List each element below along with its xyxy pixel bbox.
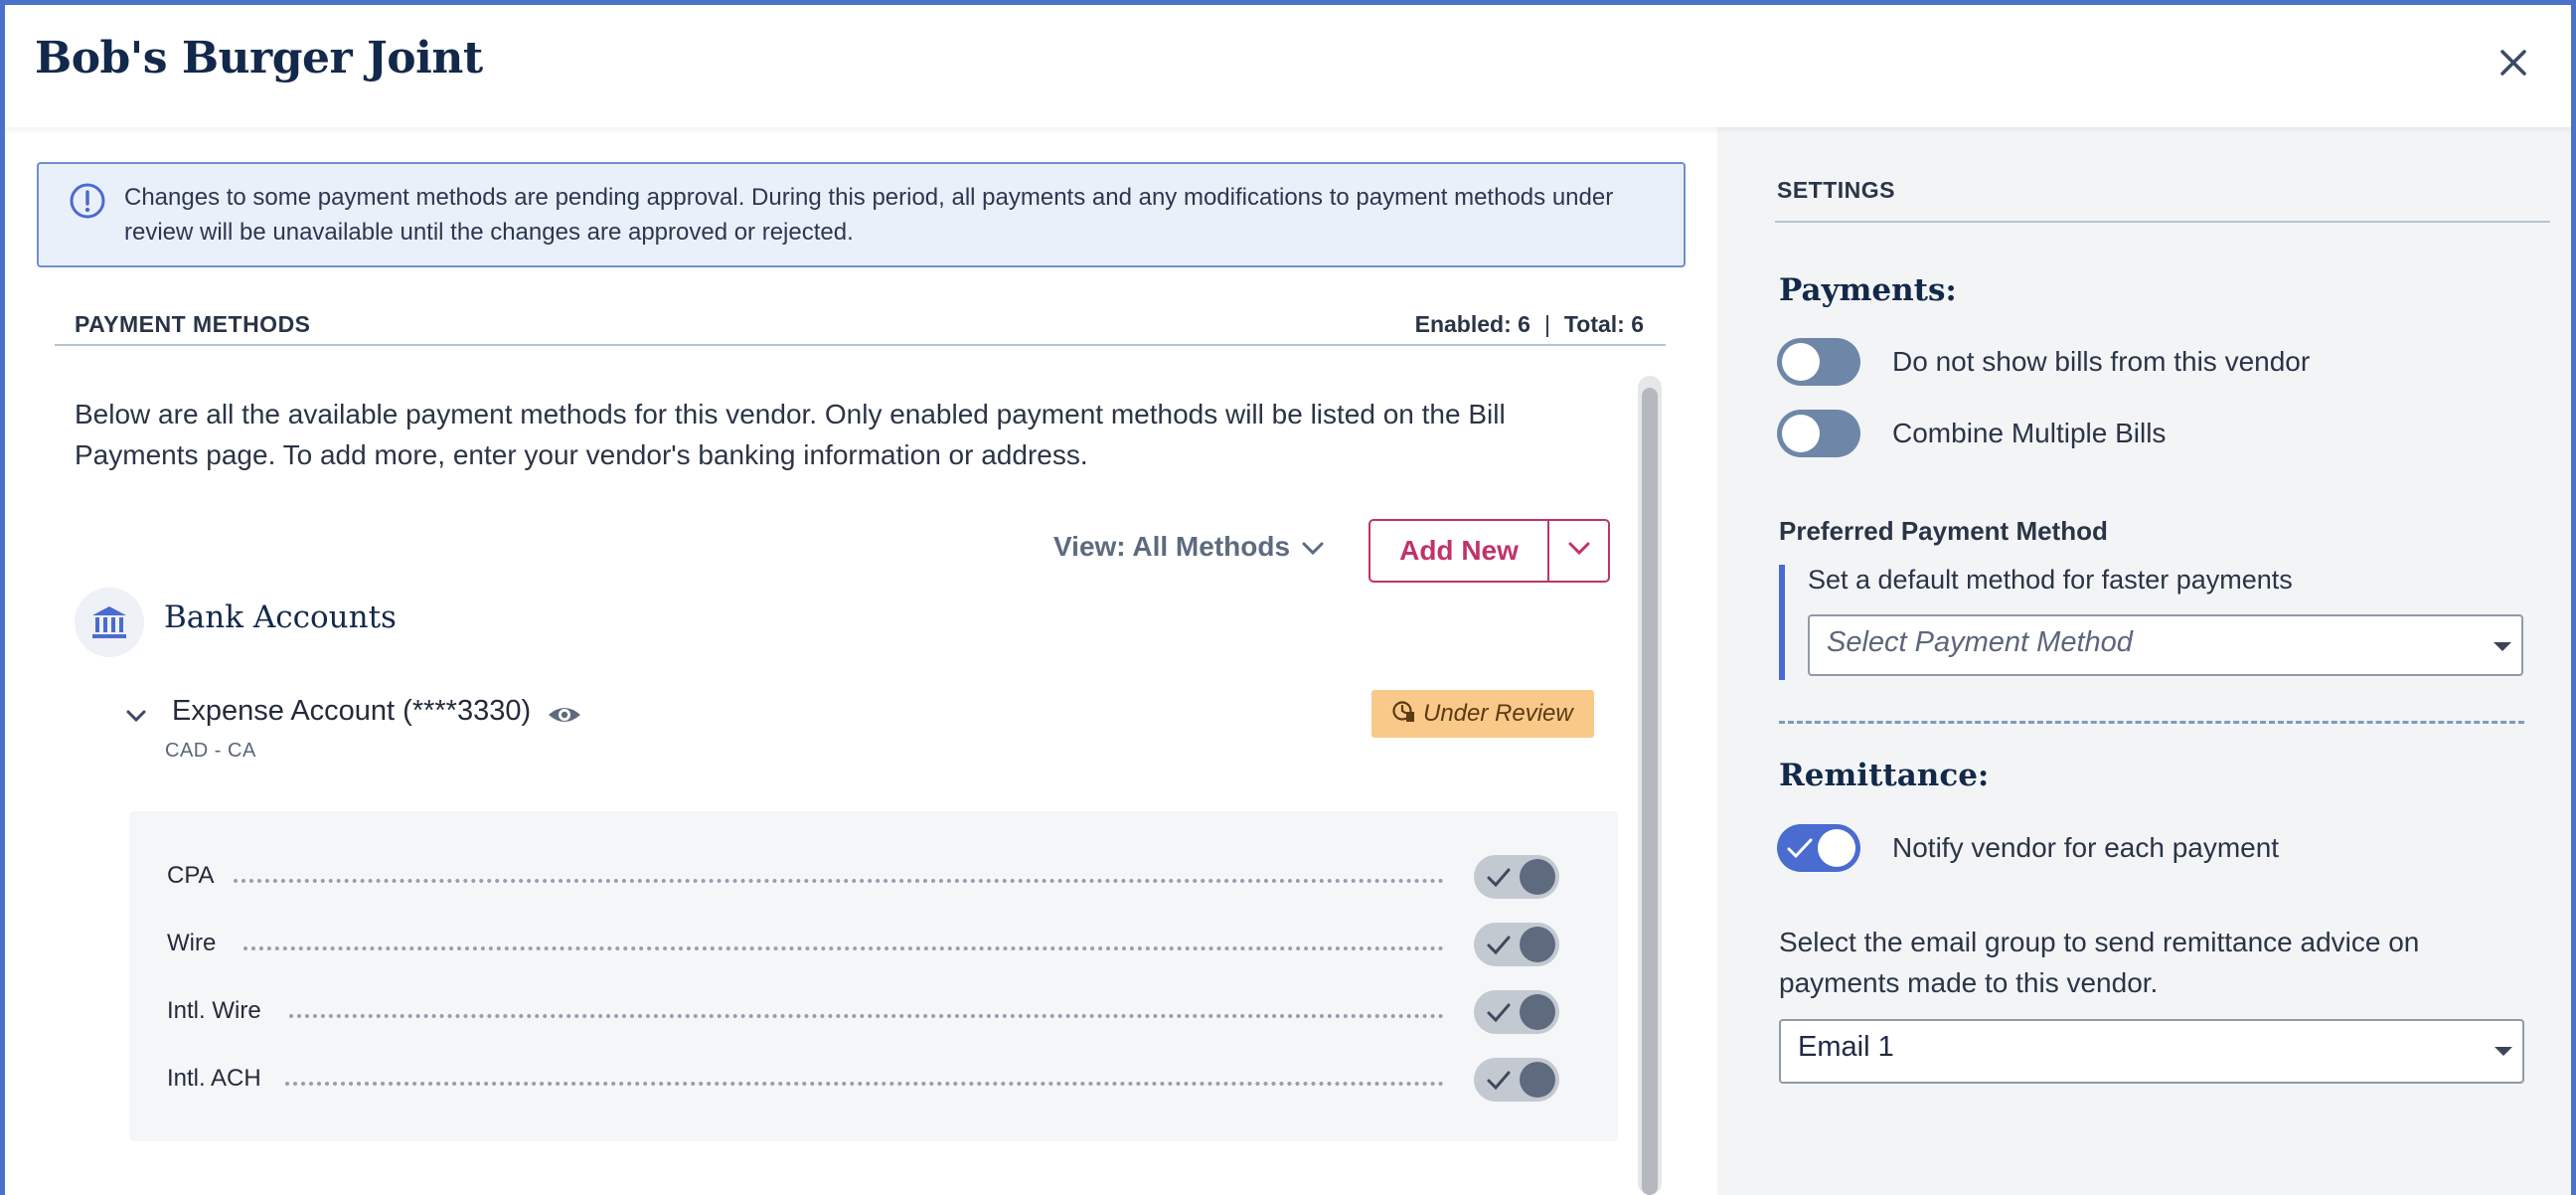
add-new-split-button: Add New [1368,519,1610,583]
email-group-select[interactable]: Email 1 [1779,1019,2524,1084]
dotted-leader [289,1014,1444,1018]
list-item: CPA [129,843,1618,911]
pending-approval-banner: Changes to some payment methods are pend… [37,162,1686,267]
combine-bills-setting: Combine Multiple Bills [1777,408,2166,459]
hide-bills-setting: Do not show bills from this vendor [1777,336,2310,388]
settings-header: SETTINGS [1775,175,2550,223]
check-icon [1487,936,1511,955]
clock-dollar-icon [1391,699,1415,730]
settings-pane: SETTINGS Payments: Do not show bills fro… [1717,127,2571,1195]
payment-methods-header: PAYMENT METHODS Enabled: 6 | Total: 6 [55,299,1666,346]
toggle-label: Notify vendor for each payment [1892,832,2280,863]
chevron-down-icon [1568,542,1590,561]
notify-vendor-toggle[interactable] [1777,824,1860,872]
account-currency-country: CAD - CA [165,740,256,762]
check-icon [1487,868,1511,888]
status-badge: Under Review [1371,690,1594,738]
dotted-leader [234,879,1444,883]
enabled-count: Enabled: 6 [1414,311,1530,337]
method-counts: Enabled: 6 | Total: 6 [1415,311,1644,338]
modal-title: Bob's Burger Joint [35,33,483,84]
settings-title: SETTINGS [1777,177,1896,203]
preferred-method-label: Preferred Payment Method [1779,516,2108,546]
vendor-modal: Bob's Burger Joint Changes to some payme… [5,5,2571,1195]
caret-down-icon [2494,642,2511,651]
toggle-knob [1520,927,1555,962]
close-icon[interactable] [2494,43,2533,83]
info-icon [69,182,106,220]
method-toggle[interactable] [1474,1058,1559,1102]
modal-header: Bob's Burger Joint [5,5,2571,127]
method-label: CPA [167,862,215,889]
method-toggle[interactable] [1474,855,1559,899]
preferred-method-block: Set a default method for faster payments… [1779,565,2524,680]
add-new-menu-toggle[interactable] [1549,521,1608,581]
chevron-down-icon [1302,531,1324,563]
notify-vendor-setting: Notify vendor for each payment [1777,822,2279,874]
preferred-method-help: Set a default method for faster payments [1808,565,2293,595]
dotted-leader [285,1082,1444,1086]
dotted-leader [243,946,1444,950]
methods-description: Below are all the available payment meth… [75,399,1506,470]
status-text: Under Review [1423,700,1573,727]
divider [1779,721,2524,724]
banner-text: Changes to some payment methods are pend… [124,184,1614,246]
email-group-value: Email 1 [1798,1031,1894,1063]
bank-accounts-heading: Bank Accounts [164,599,397,635]
toggle-knob [1782,415,1820,452]
count-separator: | [1543,311,1550,337]
total-count: Total: 6 [1563,311,1644,337]
remittance-heading: Remittance: [1779,758,1990,793]
remittance-help: Select the email group to send remittanc… [1779,927,2420,998]
list-item: Intl. ACH [129,1046,1618,1113]
hide-bills-toggle[interactable] [1777,338,1860,386]
payment-methods-pane: Changes to some payment methods are pend… [5,127,1717,1195]
check-icon [1787,838,1813,859]
method-label: Intl. ACH [167,1065,261,1092]
check-icon [1487,1003,1511,1023]
bank-icon [75,588,144,657]
caret-down-icon [2495,1047,2512,1056]
scrollbar-thumb[interactable] [1642,388,1658,1195]
select-placeholder: Select Payment Method [1827,626,2133,658]
payments-heading: Payments: [1779,272,1957,308]
toggle-knob [1782,343,1820,381]
account-name: Expense Account (****3330) [172,695,532,727]
method-label: Intl. Wire [167,997,261,1024]
list-item: Wire [129,911,1618,978]
toggle-knob [1520,859,1555,895]
check-icon [1487,1071,1511,1091]
chevron-down-icon[interactable] [121,701,151,731]
section-title: PAYMENT METHODS [75,311,311,337]
toggle-knob [1520,994,1555,1030]
preferred-method-select[interactable]: Select Payment Method [1808,614,2523,676]
add-new-button[interactable]: Add New [1370,521,1549,581]
toggle-knob [1818,829,1855,867]
list-item: Intl. Wire [129,978,1618,1046]
eye-icon[interactable] [546,697,583,733]
method-toggle[interactable] [1474,990,1559,1034]
payment-method-list: CPA Wire Intl. Wire Intl. ACH [129,811,1618,1141]
toggle-knob [1520,1062,1555,1098]
method-label: Wire [167,930,217,956]
toggle-label: Combine Multiple Bills [1892,418,2167,448]
method-toggle[interactable] [1474,923,1559,966]
toggle-label: Do not show bills from this vendor [1892,346,2311,377]
combine-bills-toggle[interactable] [1777,410,1860,457]
view-filter-dropdown[interactable]: View: All Methods [1053,527,1324,567]
view-filter-label: View: All Methods [1053,531,1291,562]
